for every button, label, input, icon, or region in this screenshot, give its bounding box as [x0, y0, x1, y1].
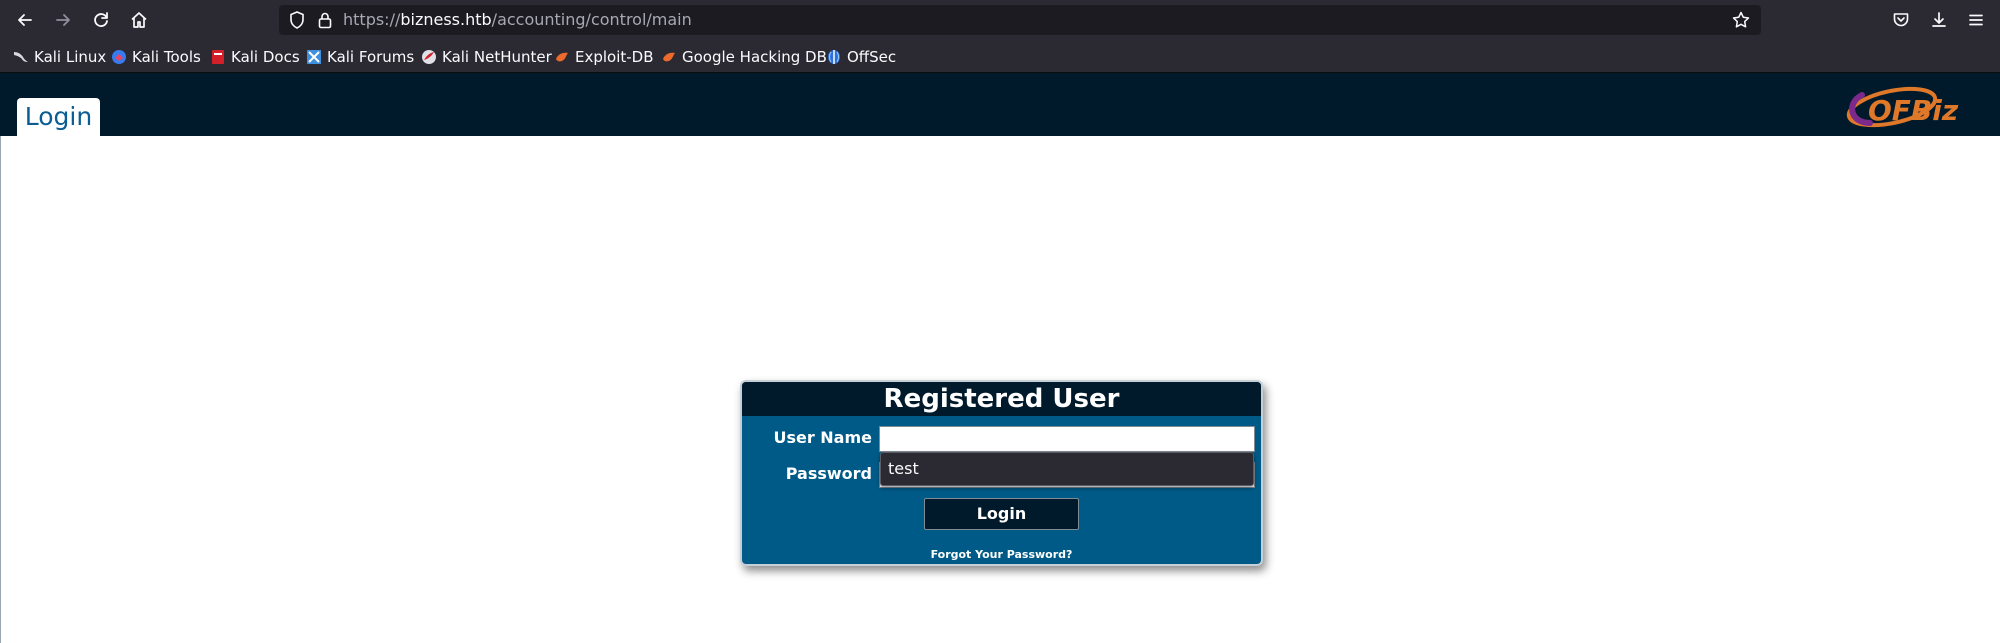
kali-docs-icon	[212, 49, 224, 64]
kali-tools-icon	[112, 49, 126, 64]
login-title: Registered User	[742, 382, 1261, 416]
arrow-left-icon	[18, 14, 32, 26]
tab-login[interactable]: Login	[17, 98, 100, 136]
download-icon	[1932, 12, 1946, 27]
url-text[interactable]: https://bizness.htb/accounting/control/m…	[343, 5, 692, 35]
reload-icon	[94, 12, 108, 27]
kali-forums-icon	[307, 49, 321, 64]
bookmark-label: Kali NetHunter	[442, 47, 552, 66]
bookmark-kali-tools[interactable]: Kali Tools	[111, 40, 201, 73]
bookmark-kali-forums[interactable]: Kali Forums	[306, 40, 414, 73]
reload-button[interactable]	[86, 5, 116, 35]
bookmark-google-hacking-db[interactable]: Google Hacking DB	[661, 40, 827, 73]
autocomplete-suggestion[interactable]: test	[880, 452, 1254, 486]
forgot-password-link[interactable]: Forgot Your Password?	[742, 548, 1261, 561]
hamburger-menu-icon	[1969, 14, 1983, 26]
ofbiz-logo[interactable]: OFBiz	[1840, 83, 1980, 131]
home-icon	[131, 12, 147, 28]
login-button[interactable]: Login	[924, 498, 1079, 530]
downloads-button[interactable]	[1924, 5, 1954, 35]
password-label: Password	[785, 464, 872, 483]
bookmark-label: Kali Tools	[132, 47, 201, 66]
username-label: User Name	[773, 428, 872, 447]
bookmark-kali-linux[interactable]: Kali Linux	[13, 40, 106, 73]
kali-nethunter-icon	[422, 49, 436, 64]
url-scheme: https://	[343, 10, 401, 29]
bookmark-kali-docs[interactable]: Kali Docs	[210, 40, 300, 73]
pocket-icon	[1893, 13, 1909, 27]
back-button[interactable]	[10, 5, 40, 35]
bookmark-label: Exploit-DB	[575, 47, 654, 66]
ofbiz-logo-mark: OFBiz	[1846, 86, 1959, 128]
bookmark-label: Kali Forums	[327, 47, 415, 66]
arrow-right-icon	[56, 14, 70, 26]
pocket-button[interactable]	[1886, 5, 1916, 35]
bookmark-kali-nethunter[interactable]: Kali NetHunter	[421, 40, 552, 73]
bookmark-exploit-db[interactable]: Exploit-DB	[554, 40, 654, 73]
exploit-db-icon	[556, 52, 568, 61]
url-path: /accounting/control/main	[491, 10, 692, 29]
kali-dragon-icon	[14, 51, 28, 62]
username-input[interactable]	[879, 426, 1255, 452]
forward-button[interactable]	[48, 5, 78, 35]
bookmark-label: Kali Linux	[34, 47, 107, 66]
home-button[interactable]	[124, 5, 154, 35]
shield-icon[interactable]	[287, 10, 307, 30]
bookmarks-toolbar: Kali Linux Kali Tools Kali Docs Kali For…	[0, 40, 2000, 73]
bookmark-label: Kali Docs	[231, 47, 300, 66]
page-border	[0, 136, 1, 643]
bookmark-label: OffSec	[847, 47, 897, 66]
browser-toolbar: https://bizness.htb/accounting/control/m…	[0, 0, 2000, 40]
ghdb-icon	[663, 52, 675, 61]
url-domain: bizness.htb	[400, 10, 492, 29]
logo-text: OFBiz	[1868, 94, 1959, 127]
bookmark-star-icon[interactable]	[1731, 10, 1751, 30]
address-bar[interactable]: https://bizness.htb/accounting/control/m…	[279, 5, 1761, 35]
offsec-icon	[828, 49, 840, 64]
menu-button[interactable]	[1961, 5, 1991, 35]
app-header: Login OFBiz	[0, 73, 2000, 136]
lock-icon[interactable]	[315, 10, 335, 30]
login-box: Registered User User Name Password test …	[740, 380, 1263, 566]
bookmark-label: Google Hacking DB	[682, 47, 827, 66]
bookmark-offsec[interactable]: OffSec	[826, 40, 896, 73]
